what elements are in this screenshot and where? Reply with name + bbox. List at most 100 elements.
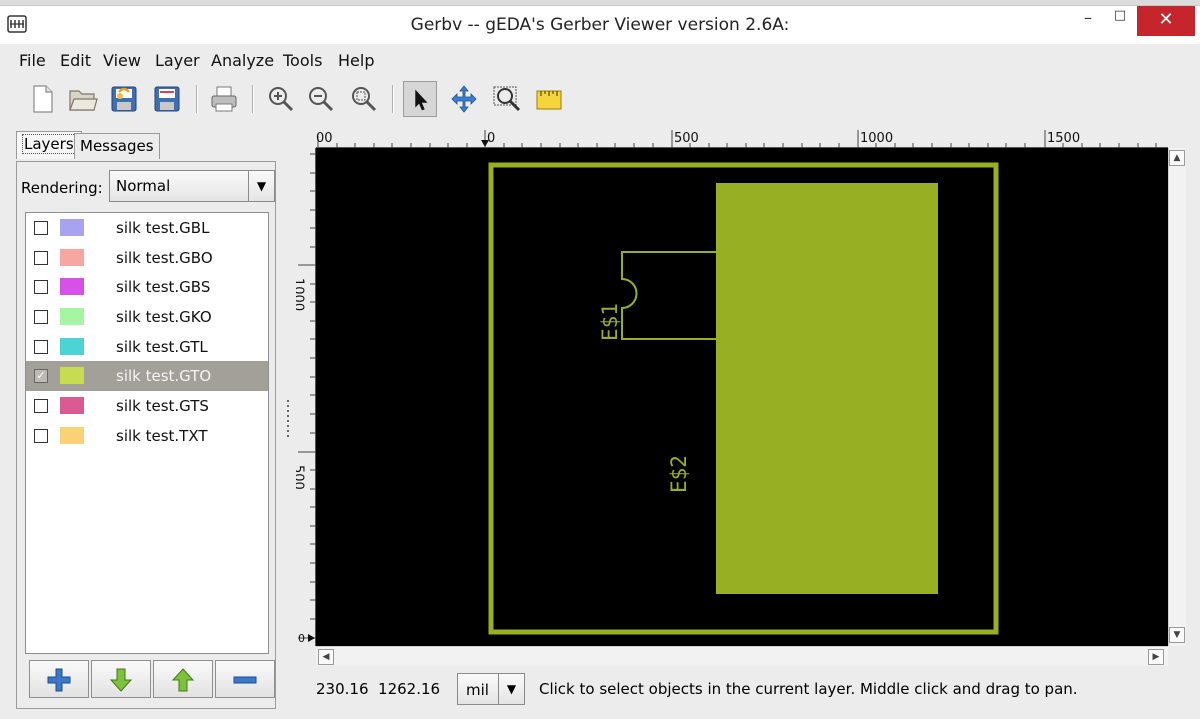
tab-messages[interactable]: Messages: [74, 133, 160, 159]
new-file-icon[interactable]: [25, 81, 59, 117]
menu-file[interactable]: File: [19, 51, 46, 70]
panel-splitter-grip[interactable]: [285, 398, 291, 442]
revert-icon[interactable]: [107, 81, 141, 117]
layer-name: silk test.GBL: [116, 219, 210, 237]
layer-row-gbs[interactable]: silk test.GBS: [26, 272, 268, 302]
toolbar-separator: [196, 85, 198, 113]
move-layer-up-icon: [171, 668, 195, 692]
layer-visibility-checkbox[interactable]: [34, 429, 48, 443]
menu-edit[interactable]: Edit: [60, 51, 91, 70]
layer-color-swatch[interactable]: [60, 308, 84, 325]
ruler-label: 0: [487, 131, 495, 146]
toolbar: [10, 77, 1190, 121]
layer-row-gto[interactable]: ✓ silk test.GTO: [26, 361, 268, 391]
units-select[interactable]: mil ▼: [457, 673, 525, 705]
add-layer-button[interactable]: [29, 660, 89, 698]
layer-name: silk test.GKO: [116, 308, 212, 326]
layer-visibility-checkbox[interactable]: [34, 280, 48, 294]
layer-visibility-checkbox[interactable]: ✓: [34, 369, 48, 383]
measure-tool-icon[interactable]: [532, 81, 566, 117]
pointer-tool-icon[interactable]: [403, 81, 437, 117]
layer-row-gtl[interactable]: silk test.GTL: [26, 332, 268, 362]
layer-visibility-checkbox[interactable]: [34, 251, 48, 265]
tab-layers[interactable]: Layers: [16, 131, 82, 159]
scroll-left-icon[interactable]: ◀: [318, 649, 334, 665]
component-label: E$1: [598, 303, 622, 341]
close-button[interactable]: ✕: [1137, 6, 1195, 36]
layer-color-swatch[interactable]: [60, 397, 84, 414]
layer-color-swatch[interactable]: [60, 278, 84, 295]
save-icon[interactable]: [150, 81, 184, 117]
chevron-down-icon[interactable]: ▼: [248, 171, 274, 201]
gerbv-window: Gerbv -- gEDA's Gerber Viewer version 2.…: [0, 0, 1200, 719]
menu-help[interactable]: Help: [338, 51, 374, 70]
ruler-label: 1500: [1047, 131, 1080, 146]
ruler-label: 00: [316, 131, 333, 146]
layer-visibility-checkbox[interactable]: [34, 340, 48, 354]
zoom-in-icon[interactable]: [264, 81, 298, 117]
horizontal-scrollbar[interactable]: ◀ ▶: [316, 646, 1168, 666]
layers-tab-content: Rendering: Normal ▼ silk test.GBL silk t…: [16, 161, 276, 709]
layer-name: silk test.GBO: [116, 249, 213, 267]
gerber-canvas[interactable]: E$1 E$2: [316, 148, 1168, 646]
menu-bar: File Edit View Layer Analyze Tools Help: [10, 47, 1190, 73]
menu-analyze[interactable]: Analyze: [211, 51, 274, 70]
zoom-tool-icon[interactable]: [490, 81, 524, 117]
maximize-button[interactable]: □: [1106, 8, 1134, 32]
component-label: E$2: [667, 455, 691, 493]
zoom-out-icon[interactable]: [304, 81, 338, 117]
remove-layer-button[interactable]: [215, 660, 275, 698]
scroll-up-icon[interactable]: ▲: [1169, 150, 1185, 166]
toolbar-separator: [252, 85, 254, 113]
layer-row-gbl[interactable]: silk test.GBL: [26, 213, 268, 243]
ruler-label: 500: [296, 465, 306, 490]
layer-color-swatch[interactable]: [60, 219, 84, 236]
layer-row-gbo[interactable]: silk test.GBO: [26, 243, 268, 273]
ruler-label: 1000: [860, 131, 893, 146]
layer-visibility-checkbox[interactable]: [34, 310, 48, 324]
vertical-scrollbar[interactable]: ▲ ▼: [1168, 148, 1186, 646]
scroll-right-icon[interactable]: ▶: [1148, 649, 1164, 665]
pan-tool-icon[interactable]: [447, 81, 481, 117]
move-layer-down-icon: [109, 668, 133, 692]
scroll-down-icon[interactable]: ▼: [1169, 627, 1185, 643]
layer-name: silk test.GTL: [116, 338, 208, 356]
layer-color-swatch[interactable]: [60, 338, 84, 355]
layer-row-gts[interactable]: silk test.GTS: [26, 391, 268, 421]
title-bar: Gerbv -- gEDA's Gerber Viewer version 2.…: [0, 6, 1200, 44]
layer-buttons: [25, 660, 277, 700]
ruler-label: 1000: [296, 278, 306, 311]
layer-color-swatch[interactable]: [60, 427, 84, 444]
minimize-button[interactable]: –: [1070, 8, 1106, 32]
remove-layer-icon: [233, 676, 257, 684]
layer-name: silk test.TXT: [116, 427, 208, 445]
units-value: mil: [466, 681, 489, 699]
zoom-fit-icon[interactable]: [347, 81, 381, 117]
move-layer-up-button[interactable]: [153, 660, 213, 698]
print-icon[interactable]: [207, 81, 241, 117]
rendering-value: Normal: [116, 177, 171, 195]
menu-layer[interactable]: Layer: [155, 51, 200, 70]
vertical-ruler: 1000 500 0: [296, 148, 316, 646]
layer-row-gko[interactable]: silk test.GKO: [26, 302, 268, 332]
layer-name: silk test.GTS: [116, 397, 209, 415]
horizontal-ruler: 00 0 500 1000 1500: [316, 128, 1168, 148]
layer-row-txt[interactable]: silk test.TXT: [26, 421, 268, 451]
menu-view[interactable]: View: [103, 51, 141, 70]
layer-color-swatch[interactable]: [60, 249, 84, 266]
layer-visibility-checkbox[interactable]: [34, 221, 48, 235]
rendering-label: Rendering:: [21, 179, 103, 197]
rendering-select[interactable]: Normal ▼: [109, 170, 275, 202]
layer-name: silk test.GBS: [116, 278, 211, 296]
chevron-down-icon[interactable]: ▼: [498, 674, 524, 704]
layers-panel: Layers Messages Rendering: Normal ▼ silk…: [10, 125, 280, 710]
component-body: [716, 183, 938, 594]
status-message: Click to select objects in the current l…: [539, 680, 1078, 698]
layer-color-swatch[interactable]: [60, 367, 84, 384]
ruler-label: 500: [674, 131, 699, 146]
menu-tools[interactable]: Tools: [283, 51, 322, 70]
open-folder-icon[interactable]: [65, 81, 99, 117]
layer-visibility-checkbox[interactable]: [34, 399, 48, 413]
layer-name: silk test.GTO: [116, 367, 212, 385]
move-layer-down-button[interactable]: [91, 660, 151, 698]
